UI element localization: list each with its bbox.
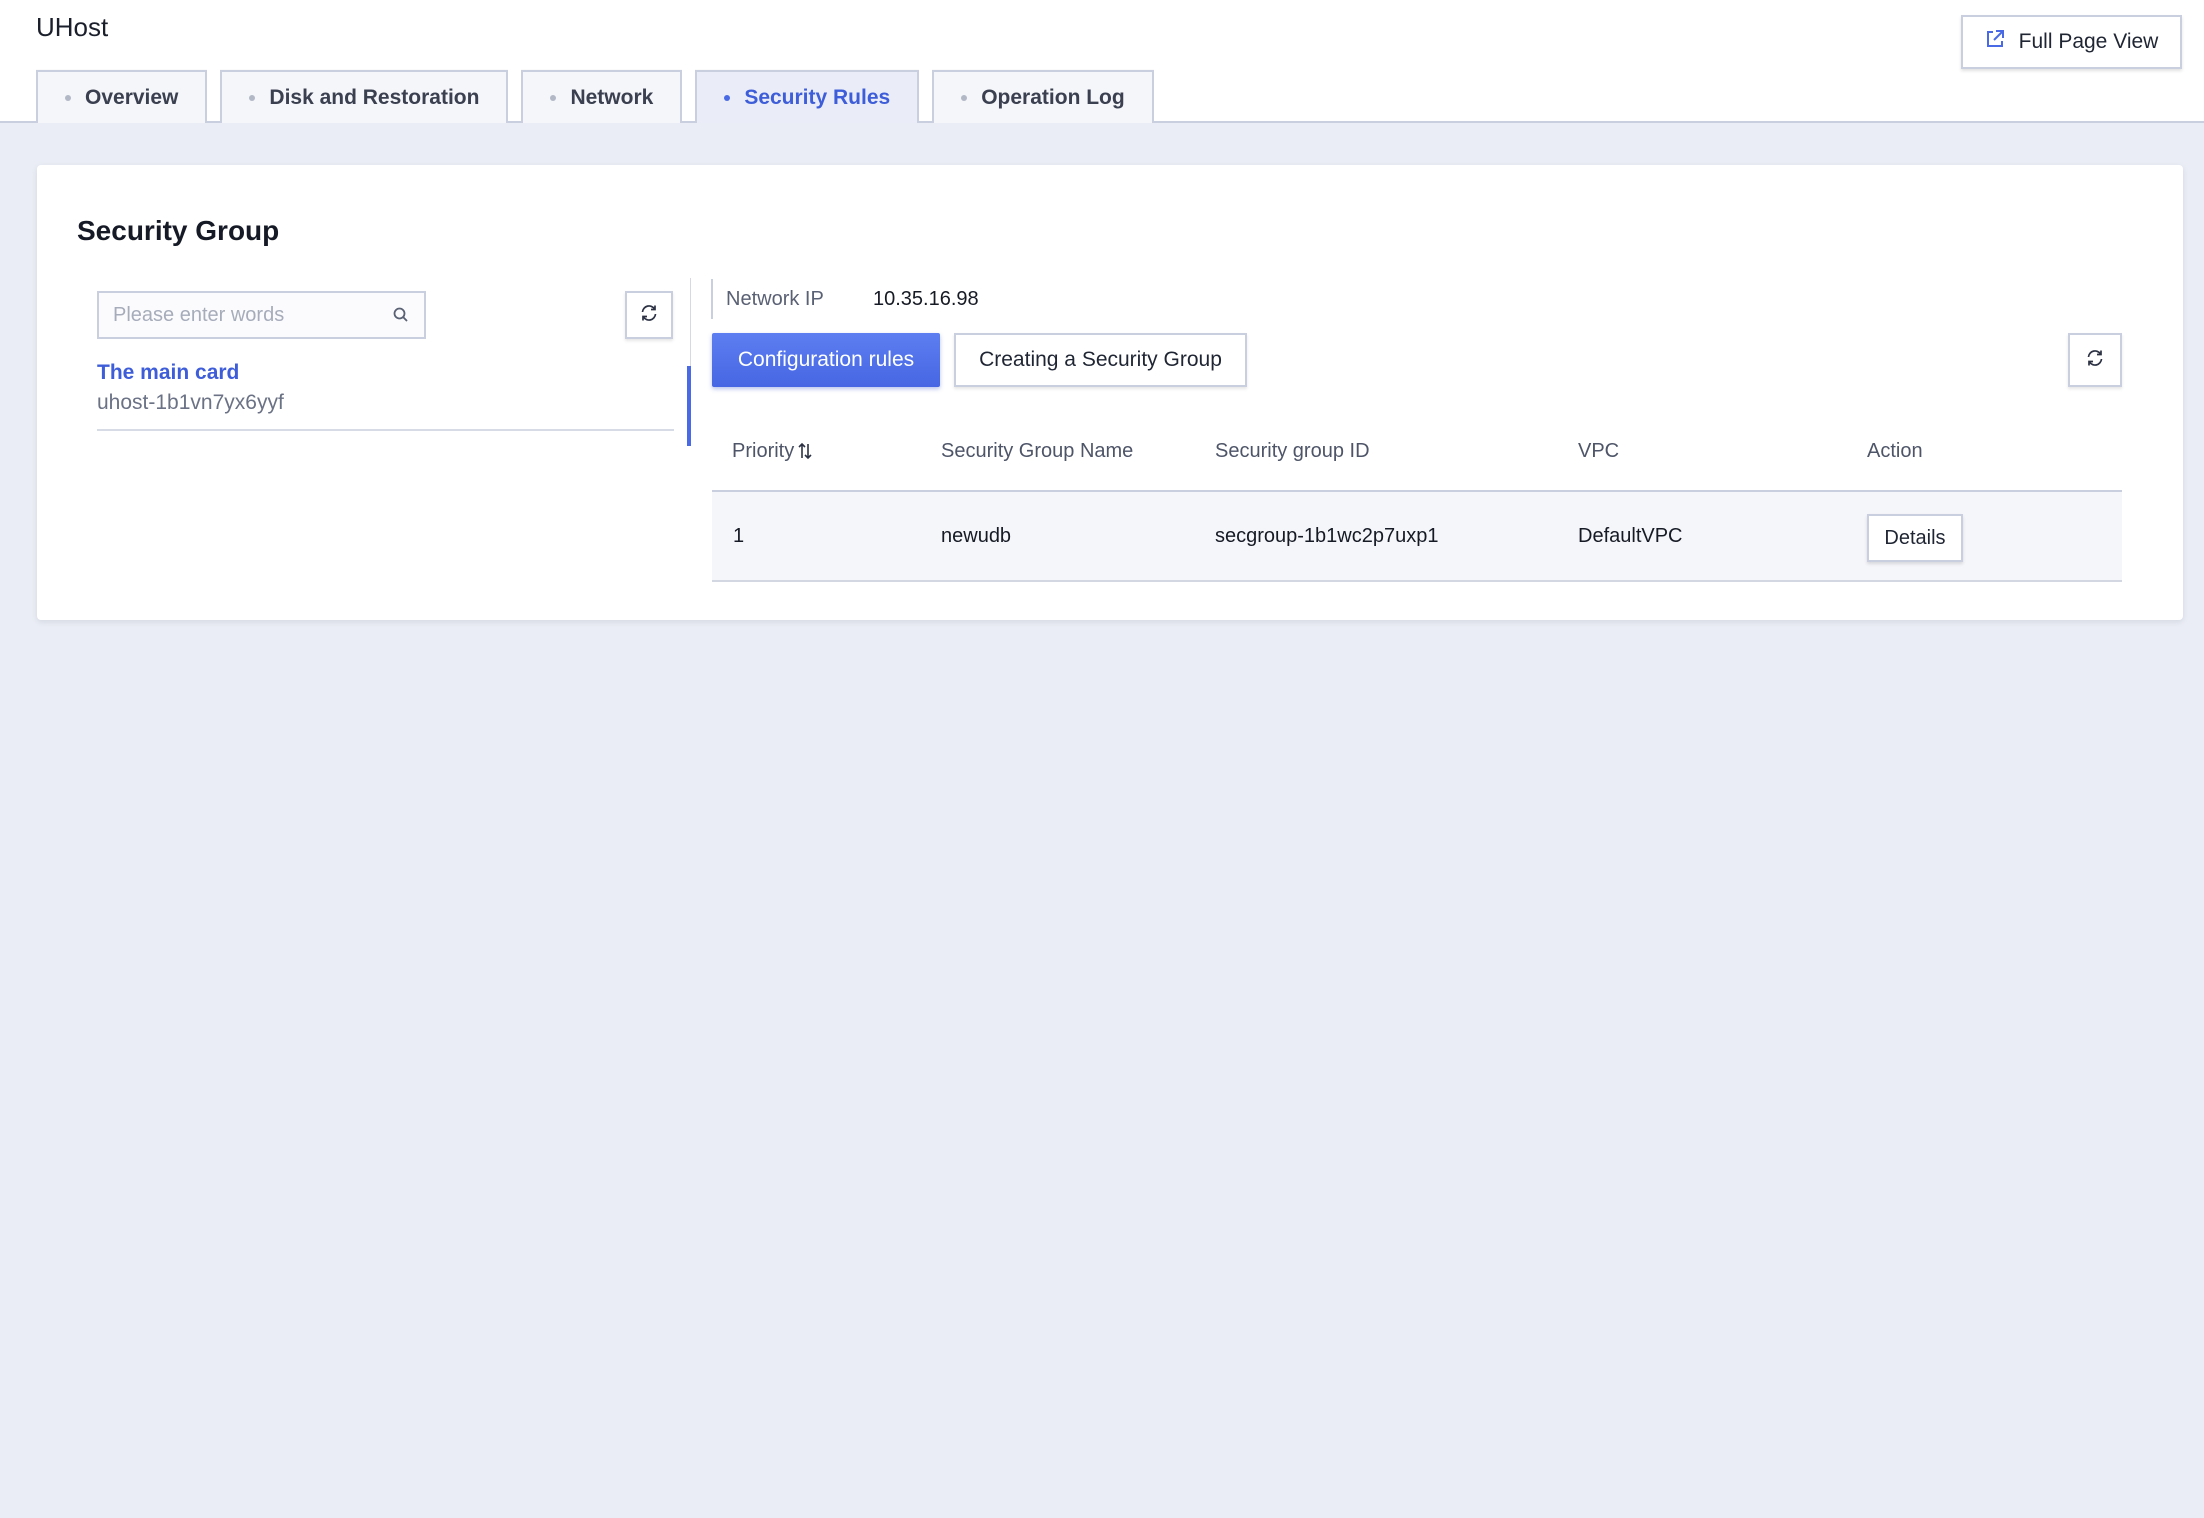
column-header-id: Security group ID (1215, 440, 1370, 462)
cell-priority: 1 (733, 525, 745, 547)
network-ip-row: Network IP 10.35.16.98 (711, 279, 979, 319)
app-title: UHost (36, 12, 109, 42)
tab-bar: Overview Disk and Restoration Network Se… (36, 70, 1154, 123)
tab-dot-icon (249, 94, 256, 101)
refresh-icon (639, 303, 659, 328)
refresh-icon (2085, 348, 2105, 373)
external-link-icon (1985, 29, 2005, 55)
network-ip-label: Network IP (726, 287, 824, 310)
create-security-group-button[interactable]: Creating a Security Group (954, 333, 1247, 387)
tab-network[interactable]: Network (521, 70, 683, 123)
tab-dot-icon (550, 94, 557, 101)
tab-dot-icon (961, 94, 968, 101)
cell-vpc: DefaultVPC (1578, 525, 1683, 547)
table-row: 1 newudb secgroup-1b1wc2p7uxp1 DefaultVP… (712, 492, 2122, 582)
network-ip-value: 10.35.16.98 (873, 287, 979, 310)
host-name: The main card (97, 361, 240, 384)
column-header-action: Action (1867, 440, 1923, 462)
search-box (97, 291, 426, 339)
host-id: uhost-1b1vn7yx6yyf (97, 391, 284, 414)
tab-label: Overview (85, 85, 179, 109)
configuration-rules-button[interactable]: Configuration rules (712, 333, 940, 387)
sort-icon[interactable] (798, 442, 812, 466)
section-title: Security Group (77, 215, 280, 246)
tab-disk-and-restoration[interactable]: Disk and Restoration (220, 70, 509, 123)
search-input[interactable] (99, 293, 379, 337)
column-header-priority[interactable]: Priority (732, 440, 812, 466)
tab-label: Security Rules (744, 85, 891, 109)
column-header-vpc: VPC (1578, 440, 1620, 462)
refresh-table-button[interactable] (2068, 333, 2122, 387)
details-button[interactable]: Details (1867, 514, 1963, 562)
active-indicator (687, 366, 691, 446)
search-icon[interactable] (392, 306, 410, 324)
table-header: Priority Security Group Name Security gr… (712, 410, 2122, 492)
cell-name: newudb (941, 525, 1012, 547)
tab-dot-icon (724, 94, 731, 101)
security-group-card: Security Group The main card uhost-1b1vn… (37, 165, 2183, 620)
column-header-name: Security Group Name (941, 440, 1134, 462)
tab-security-rules[interactable]: Security Rules (695, 70, 920, 123)
priority-header-label: Priority (732, 440, 795, 462)
page-header: UHost Full Page View Overview Disk and R… (0, 0, 2204, 123)
tab-dot-icon (65, 94, 71, 101)
tab-operation-log[interactable]: Operation Log (932, 70, 1154, 123)
tab-label: Network (570, 85, 654, 109)
cell-id: secgroup-1b1wc2p7uxp1 (1215, 525, 1439, 547)
tab-overview[interactable]: Overview (36, 70, 208, 123)
host-list-item[interactable]: The main card uhost-1b1vn7yx6yyf (97, 361, 674, 431)
full-page-view-label: Full Page View (2018, 30, 2159, 53)
full-page-view-button[interactable]: Full Page View (1961, 15, 2182, 69)
tab-label: Disk and Restoration (269, 85, 480, 109)
tab-label: Operation Log (981, 85, 1125, 109)
refresh-list-button[interactable] (625, 291, 673, 339)
security-group-table: Priority Security Group Name Security gr… (712, 410, 2122, 582)
